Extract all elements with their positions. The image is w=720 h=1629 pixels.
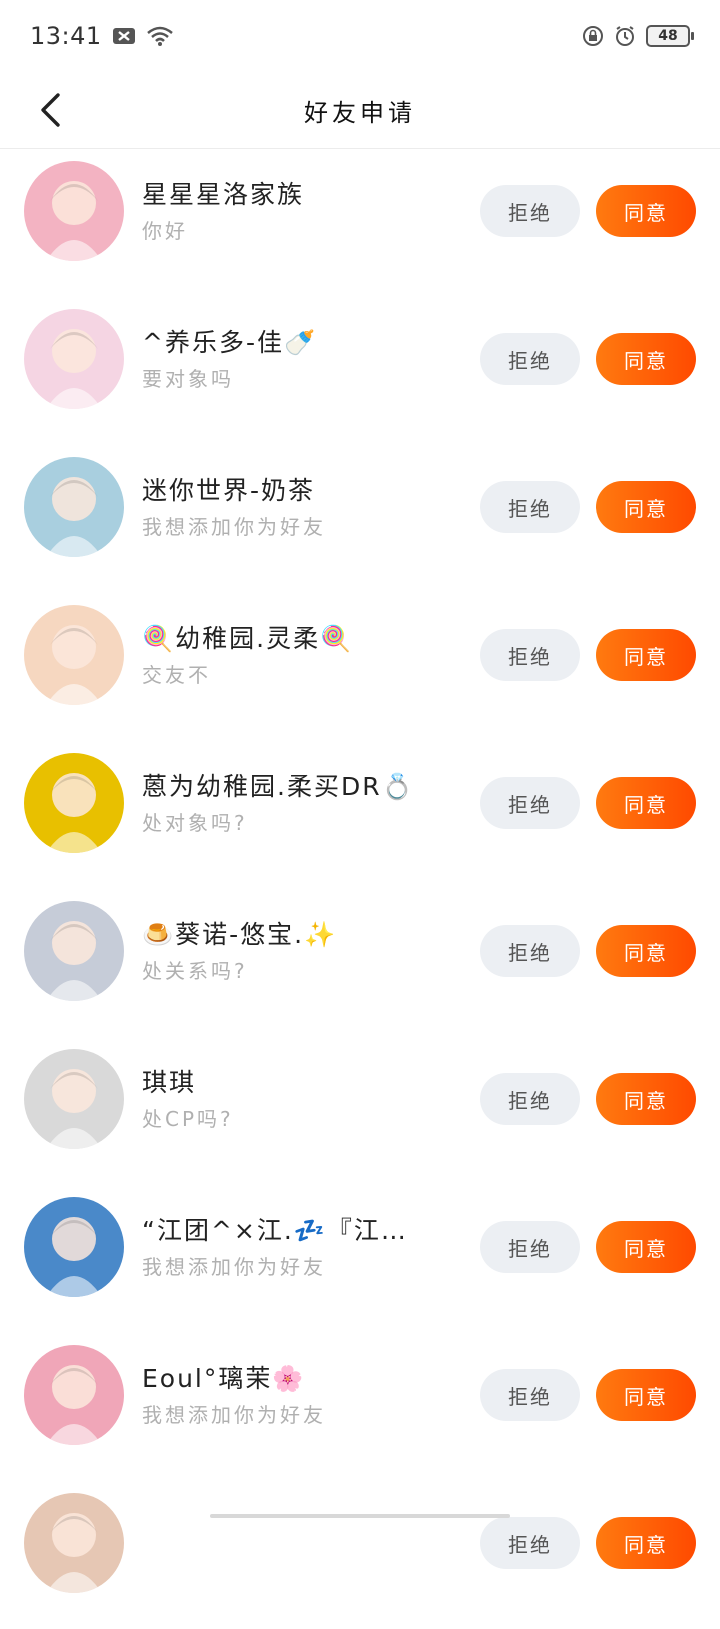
request-message: 我想添加你为好友: [142, 515, 326, 539]
lock-rotation-icon: [582, 25, 604, 47]
request-message: 处关系吗?: [142, 959, 248, 983]
accept-button[interactable]: 同意: [596, 777, 696, 829]
accept-button[interactable]: 同意: [596, 1369, 696, 1421]
request-name: 🍭幼稚园.灵柔🍭: [142, 624, 354, 653]
accept-button[interactable]: 同意: [596, 1073, 696, 1125]
list-item[interactable]: 🍮葵诺-悠宝.✨ 处关系吗? 拒绝 同意: [0, 889, 720, 1037]
alarm-icon: [614, 25, 636, 47]
avatar-image: [24, 161, 124, 261]
avatar-image: [24, 457, 124, 557]
reject-button[interactable]: 拒绝: [480, 1369, 580, 1421]
avatar-image: [24, 309, 124, 409]
reject-button[interactable]: 拒绝: [480, 925, 580, 977]
status-bar: 13:41 48: [0, 0, 720, 72]
avatar[interactable]: [24, 1049, 124, 1149]
avatar[interactable]: [24, 457, 124, 557]
avatar-image: [24, 1197, 124, 1297]
app-header: 好友申请: [0, 72, 720, 149]
accept-button[interactable]: 同意: [596, 1517, 696, 1569]
request-message: 交友不: [142, 663, 211, 687]
accept-button[interactable]: 同意: [596, 333, 696, 385]
page-title: 好友申请: [304, 98, 416, 127]
list-item[interactable]: 星星星洛家族你好 拒绝 同意: [0, 149, 720, 297]
request-name: 琪琪: [142, 1068, 197, 1097]
list-item[interactable]: Eoul°璃茉🌸 我想添加你为好友 拒绝 同意: [0, 1333, 720, 1481]
request-name: “江团^×江.💤『江…: [142, 1216, 408, 1245]
list-item[interactable]: 迷你世界-奶茶我想添加你为好友 拒绝 同意: [0, 445, 720, 593]
avatar[interactable]: [24, 1345, 124, 1445]
avatar[interactable]: [24, 901, 124, 1001]
close-box-icon: [112, 26, 136, 46]
request-message: 要对象吗: [142, 367, 234, 391]
avatar-image: [24, 1493, 124, 1593]
avatar[interactable]: [24, 1197, 124, 1297]
request-message: 你好: [142, 219, 188, 243]
avatar-image: [24, 605, 124, 705]
avatar[interactable]: [24, 753, 124, 853]
reject-button[interactable]: 拒绝: [480, 1221, 580, 1273]
back-button[interactable]: [30, 82, 70, 138]
list-item[interactable]: 琪琪处CP吗? 拒绝 同意: [0, 1037, 720, 1185]
avatar[interactable]: [24, 161, 124, 261]
request-name: ^养乐多-佳🍼: [142, 328, 318, 357]
list-item[interactable]: 拒绝 同意: [0, 1481, 720, 1629]
accept-button[interactable]: 同意: [596, 925, 696, 977]
status-time: 13:41: [30, 22, 102, 50]
request-message: 处CP吗?: [142, 1107, 234, 1131]
request-name: 🍮葵诺-悠宝.✨: [142, 920, 338, 949]
request-name: 蒽为幼稚园.柔买DR💍: [142, 772, 415, 801]
reject-button[interactable]: 拒绝: [480, 777, 580, 829]
status-left: 13:41: [30, 22, 174, 50]
reject-button[interactable]: 拒绝: [480, 629, 580, 681]
reject-button[interactable]: 拒绝: [480, 481, 580, 533]
request-name: Eoul°璃茉🌸: [142, 1364, 306, 1393]
accept-button[interactable]: 同意: [596, 185, 696, 237]
friend-request-list: 星星星洛家族 你好 拒绝 同意 ^养乐多-佳🍼 要对象吗 拒绝 同意 迷你世界-奶茶 我想添加你为…: [0, 149, 720, 1629]
wifi-icon: [146, 25, 174, 47]
request-message: 处对象吗?: [142, 811, 248, 835]
back-chevron-icon: [41, 93, 60, 127]
accept-button[interactable]: 同意: [596, 481, 696, 533]
request-message: 我想添加你为好友: [142, 1255, 326, 1279]
reject-button[interactable]: 拒绝: [480, 1073, 580, 1125]
avatar[interactable]: [24, 605, 124, 705]
battery-icon: 48: [646, 25, 694, 47]
avatar-image: [24, 901, 124, 1001]
scroll-indicator: [210, 1514, 510, 1518]
avatar-image: [24, 753, 124, 853]
accept-button[interactable]: 同意: [596, 629, 696, 681]
avatar[interactable]: [24, 309, 124, 409]
list-item[interactable]: 蒽为幼稚园.柔买DR💍 处对象吗? 拒绝 同意: [0, 741, 720, 889]
list-item[interactable]: 🍭幼稚园.灵柔🍭 交友不 拒绝 同意: [0, 593, 720, 741]
avatar-image: [24, 1345, 124, 1445]
avatar[interactable]: [24, 1493, 124, 1593]
reject-button[interactable]: 拒绝: [480, 185, 580, 237]
avatar-image: [24, 1049, 124, 1149]
request-message: 我想添加你为好友: [142, 1403, 326, 1427]
list-item[interactable]: ^养乐多-佳🍼 要对象吗 拒绝 同意: [0, 297, 720, 445]
request-name: 迷你世界-奶茶: [142, 476, 316, 505]
reject-button[interactable]: 拒绝: [480, 333, 580, 385]
accept-button[interactable]: 同意: [596, 1221, 696, 1273]
status-right: 48: [582, 25, 694, 47]
reject-button[interactable]: 拒绝: [480, 1517, 580, 1569]
list-item[interactable]: “江团^×江.💤『江… 我想添加你为好友 拒绝 同意: [0, 1185, 720, 1333]
request-name: 星星星洛家族: [142, 180, 305, 209]
